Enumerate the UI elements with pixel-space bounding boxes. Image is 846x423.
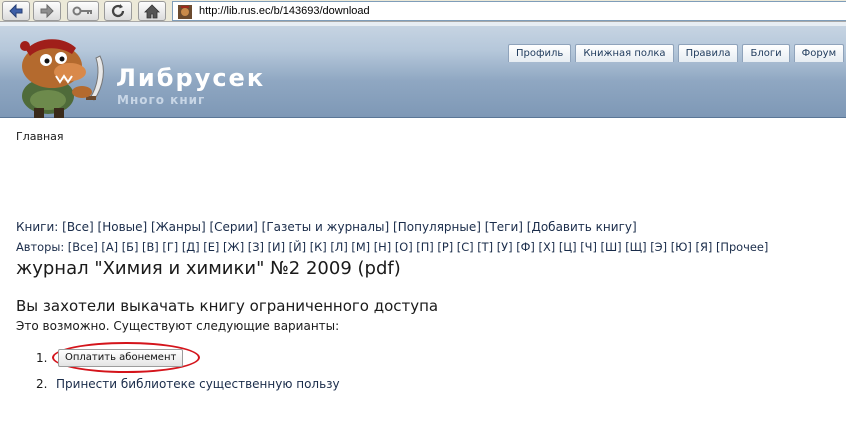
address-bar[interactable]: http://lib.rus.ec/b/143693/download <box>172 1 846 21</box>
authors-letter-link[interactable]: [Е] <box>203 240 219 254</box>
home-button[interactable] <box>138 1 166 21</box>
authors-letter-link[interactable]: [П] <box>416 240 433 254</box>
back-icon <box>8 4 24 18</box>
books-nav: Книги: [Все] [Новые] [Жанры] [Серии] [Га… <box>16 220 637 234</box>
home-icon <box>144 3 160 19</box>
authors-letter-link[interactable]: [Х] <box>539 240 556 254</box>
authors-letter-link[interactable]: [У] <box>497 240 513 254</box>
contribute-to-library-link[interactable]: Принести библиотеке существенную пользу <box>56 377 340 391</box>
site-logo-mascot[interactable] <box>8 26 112 118</box>
authors-letter-link[interactable]: [Т] <box>477 240 493 254</box>
authors-letter-link[interactable]: [Н] <box>374 240 391 254</box>
authors-letter-link[interactable]: [Ж] <box>223 240 244 254</box>
authors-letter-link[interactable]: [З] <box>248 240 264 254</box>
authors-letter-link[interactable]: [Ф] <box>516 240 535 254</box>
option-1-number: 1. <box>36 351 48 365</box>
books-nav-label: Книги: <box>16 220 59 234</box>
pay-subscription-button[interactable]: Оплатить абонемент <box>58 349 184 367</box>
authors-letter-link[interactable]: [О] <box>395 240 413 254</box>
tab-blogs[interactable]: Блоги <box>742 44 790 62</box>
authors-letter-link[interactable]: [Г] <box>162 240 178 254</box>
authors-letter-link[interactable]: [М] <box>351 240 370 254</box>
authors-letter-link[interactable]: [Э] <box>650 240 667 254</box>
authors-letter-link[interactable]: [Прочее] <box>716 240 768 254</box>
forward-icon <box>39 4 55 18</box>
header-tabs: Профиль Книжная полка Правила Блоги Фору… <box>508 44 846 62</box>
option-2-number: 2. <box>36 377 48 391</box>
authors-letter-link[interactable]: [Й] <box>289 240 306 254</box>
page-title: журнал "Химия и химики" №2 2009 (pdf) <box>16 258 401 279</box>
authors-letter-link[interactable]: [Ю] <box>671 240 692 254</box>
site-slogan: Много книг <box>117 93 206 107</box>
books-link-add-book[interactable]: [Добавить книгу] <box>527 220 637 234</box>
authors-letter-link[interactable]: [Щ] <box>625 240 646 254</box>
books-link-new[interactable]: [Новые] <box>98 220 148 234</box>
authors-letter-link[interactable]: [Все] <box>68 240 98 254</box>
site-header: Либрусек Много книг Профиль Книжная полк… <box>0 22 846 118</box>
tab-forum[interactable]: Форум <box>793 44 845 62</box>
authors-letter-link[interactable]: [Р] <box>437 240 453 254</box>
refresh-button[interactable] <box>104 1 132 21</box>
authors-letter-link[interactable]: [К] <box>310 240 327 254</box>
books-link-series[interactable]: [Серии] <box>209 220 257 234</box>
authors-letter-link[interactable]: [И] <box>268 240 285 254</box>
browser-toolbar: http://lib.rus.ec/b/143693/download <box>0 0 846 22</box>
authors-nav-label: Авторы: <box>16 240 65 254</box>
tab-profile[interactable]: Профиль <box>508 44 572 62</box>
tab-bookshelf[interactable]: Книжная полка <box>575 44 674 62</box>
books-link-popular[interactable]: [Популярные] <box>393 220 481 234</box>
authors-letter-link[interactable]: [С] <box>457 240 474 254</box>
tab-rules[interactable]: Правила <box>677 44 739 62</box>
books-link-all[interactable]: [Все] <box>62 220 94 234</box>
authors-letter-link[interactable]: [В] <box>142 240 159 254</box>
authors-letter-link[interactable]: [Ч] <box>580 240 597 254</box>
authors-letter-link[interactable]: [Л] <box>330 240 347 254</box>
back-button[interactable] <box>2 1 30 21</box>
options-intro-text: Это возможно. Существуют следующие вариа… <box>16 319 340 333</box>
site-favicon-icon <box>178 4 192 19</box>
key-icon <box>72 6 94 16</box>
breadcrumb-home[interactable]: Главная <box>16 130 64 143</box>
address-url: http://lib.rus.ec/b/143693/download <box>199 5 370 17</box>
forward-button[interactable] <box>33 1 61 21</box>
header-top-strip <box>0 22 846 26</box>
authors-letter-link[interactable]: [Ц] <box>559 240 577 254</box>
authors-nav: Авторы: [Все] [А] [Б] [В] [Г] [Д] [Е] [Ж… <box>16 240 768 254</box>
authors-letter-link[interactable]: [Б] <box>122 240 139 254</box>
authors-letter-link[interactable]: [Д] <box>182 240 200 254</box>
refresh-icon <box>110 3 126 19</box>
authors-letter-link[interactable]: [А] <box>101 240 118 254</box>
books-link-periodicals[interactable]: [Газеты и журналы] <box>262 220 390 234</box>
restricted-access-heading: Вы захотели выкачать книгу ограниченного… <box>16 297 439 315</box>
authors-letter-link[interactable]: [Ш] <box>601 240 622 254</box>
books-link-genres[interactable]: [Жанры] <box>151 220 206 234</box>
site-title[interactable]: Либрусек <box>116 64 265 92</box>
books-link-tags[interactable]: [Теги] <box>485 220 523 234</box>
key-button[interactable] <box>67 1 99 21</box>
authors-letter-link[interactable]: [Я] <box>696 240 713 254</box>
